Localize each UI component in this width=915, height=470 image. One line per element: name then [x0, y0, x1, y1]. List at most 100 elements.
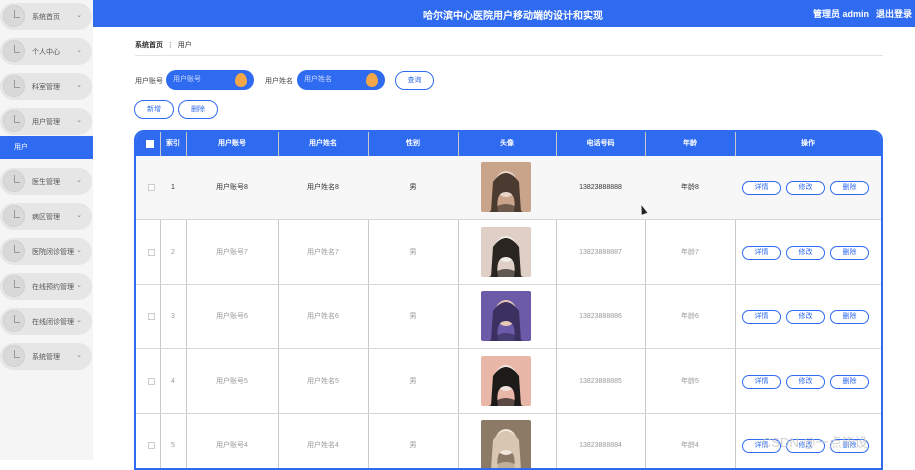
chevron-down-icon: ⌄ — [76, 247, 82, 254]
delete-button[interactable]: 删除 — [830, 245, 869, 260]
sidebar-subitem-users[interactable]: 用户 — [0, 136, 93, 159]
cell-name: 用户姓名5 — [307, 377, 339, 385]
clock-icon — [3, 5, 25, 27]
chevron-down-icon: ⌄ — [76, 212, 82, 219]
delete-button[interactable]: 删除 — [830, 310, 869, 324]
sidebar: 系统首页 ⌄ 个人中心 ⌄ 科室管理 ⌄ 用户管理 ⌄ 医生管理 ⌄ 病区管理 ⌄ 医院闭诊管理 ⌄ 在线预… — [0, 0, 93, 460]
clock-icon — [3, 75, 25, 97]
cell-index: 3 — [171, 313, 175, 320]
sidebar-item-label: 在线预约管理 — [32, 284, 74, 291]
sidebar-item-label: 医院闭诊管理 — [32, 249, 74, 256]
sidebar-item[interactable]: 医院闭诊管理 ⌄ — [0, 238, 92, 265]
edit-button[interactable]: 修改 — [786, 310, 825, 324]
avatar — [481, 291, 531, 341]
clock-icon — [3, 110, 25, 132]
clock-icon — [3, 275, 25, 297]
chevron-down-icon: ⌄ — [76, 352, 82, 359]
sidebar-item[interactable]: 用户管理 ⌄ — [0, 108, 92, 135]
cell-phone: 13823888888 — [579, 184, 622, 191]
search-button[interactable]: 查询 — [395, 71, 434, 90]
sidebar-item[interactable]: 科室管理 ⌄ — [0, 73, 92, 100]
breadcrumb: 系统首页 ⋮ 用户 — [135, 40, 192, 50]
table-row: 1 用户账号8 用户姓名8 男 13823888888 年龄8 详情 修改 删除 — [136, 156, 881, 220]
edit-button[interactable]: 修改 — [786, 181, 825, 195]
name-filter-label: 用户姓名 — [265, 78, 293, 85]
chevron-down-icon: ⌄ — [76, 82, 82, 89]
cell-age: 年龄8 — [681, 184, 699, 191]
sidebar-item[interactable]: 医生管理 ⌄ — [0, 168, 92, 195]
cell-age: 年龄7 — [681, 248, 699, 256]
top-bar: 哈尔滨中心医院用户移动端的设计和实现 管理员 admin 退出登录 — [93, 0, 915, 27]
cell-phone: 13823888886 — [579, 313, 622, 320]
avatar — [481, 420, 531, 468]
chevron-down-icon: ⌄ — [76, 317, 82, 324]
breadcrumb-separator: ⋮ — [164, 42, 176, 49]
row-checkbox[interactable] — [148, 248, 155, 256]
column-header: 头像 — [500, 140, 514, 147]
breadcrumb-current: 用户 — [177, 42, 192, 49]
detail-button[interactable]: 详情 — [742, 374, 781, 389]
sidebar-item[interactable]: 系统首页 ⌄ — [0, 3, 92, 30]
detail-button[interactable]: 详情 — [742, 181, 781, 195]
clock-icon — [3, 240, 25, 262]
cell-gender: 男 — [409, 377, 417, 385]
edit-button[interactable]: 修改 — [786, 245, 825, 260]
cell-index: 2 — [171, 248, 175, 256]
cell-account: 用户账号8 — [216, 184, 248, 191]
sidebar-item-label: 在线闭诊管理 — [32, 319, 74, 326]
add-button[interactable]: 新增 — [134, 100, 174, 119]
delete-button[interactable]: 删除 — [830, 374, 869, 389]
cell-gender: 男 — [409, 184, 417, 191]
column-header: 年龄 — [683, 140, 697, 147]
cell-age: 年龄4 — [681, 442, 699, 449]
avatar — [481, 226, 531, 277]
chevron-down-icon: ⌄ — [76, 117, 82, 124]
row-checkbox[interactable] — [148, 313, 155, 320]
cell-name: 用户姓名8 — [307, 184, 339, 191]
detail-button[interactable]: 详情 — [742, 245, 781, 260]
sidebar-item-label: 用户管理 — [32, 119, 60, 126]
sidebar-item[interactable]: 在线闭诊管理 ⌄ — [0, 308, 92, 335]
select-all-checkbox[interactable] — [146, 140, 154, 148]
table-row: 4 用户账号5 用户姓名5 男 13823888885 年龄5 详情 修改 删除 — [136, 350, 881, 414]
sidebar-item[interactable]: 在线预约管理 ⌄ — [0, 273, 92, 300]
column-header: 索引 — [166, 140, 180, 147]
sidebar-item[interactable]: 系统管理 ⌄ — [0, 343, 92, 370]
detail-button[interactable]: 详情 — [742, 310, 781, 324]
column-header: 用户账号 — [218, 140, 246, 147]
column-header: 电话号码 — [586, 140, 615, 147]
user-label: 管理员 admin — [812, 9, 869, 19]
table-row: 3 用户账号6 用户姓名6 男 13823888886 年龄6 详情 修改 删除 — [136, 285, 881, 349]
column-header: 操作 — [801, 140, 815, 147]
delete-button[interactable]: 删除 — [830, 181, 869, 195]
logout-link[interactable]: 退出登录 — [876, 7, 912, 20]
sidebar-item-label: 系统管理 — [32, 354, 60, 361]
bulk-delete-button[interactable]: 删除 — [178, 100, 218, 119]
chevron-down-icon: ⌄ — [76, 282, 82, 289]
sidebar-item-label: 病区管理 — [32, 214, 60, 221]
row-checkbox[interactable] — [148, 442, 155, 449]
name-filter-decoration-icon — [366, 73, 378, 87]
edit-button[interactable]: 修改 — [786, 374, 825, 389]
row-checkbox[interactable] — [148, 184, 155, 191]
sidebar-item-label: 医生管理 — [32, 179, 60, 186]
breadcrumb-divider — [135, 55, 883, 56]
column-header: 性别 — [406, 140, 420, 147]
cell-index: 4 — [171, 377, 175, 385]
cell-name: 用户姓名6 — [307, 313, 339, 320]
cell-name: 用户姓名4 — [307, 442, 339, 449]
cell-account: 用户账号6 — [216, 313, 248, 320]
clock-icon — [3, 310, 25, 332]
cell-account: 用户账号5 — [216, 377, 248, 385]
sidebar-item[interactable]: 个人中心 ⌄ — [0, 38, 92, 65]
breadcrumb-home[interactable]: 系统首页 — [135, 42, 163, 49]
cell-gender: 男 — [409, 442, 417, 449]
row-checkbox[interactable] — [148, 377, 155, 385]
sidebar-item-label: 个人中心 — [32, 49, 60, 56]
cell-gender: 男 — [409, 248, 417, 256]
sidebar-item-label: 科室管理 — [32, 84, 60, 91]
watermark: CSDN @一点毕设 — [762, 435, 868, 450]
cell-index: 5 — [171, 442, 175, 449]
sidebar-item[interactable]: 病区管理 ⌄ — [0, 203, 92, 230]
account-filter-label: 用户账号 — [135, 78, 163, 85]
